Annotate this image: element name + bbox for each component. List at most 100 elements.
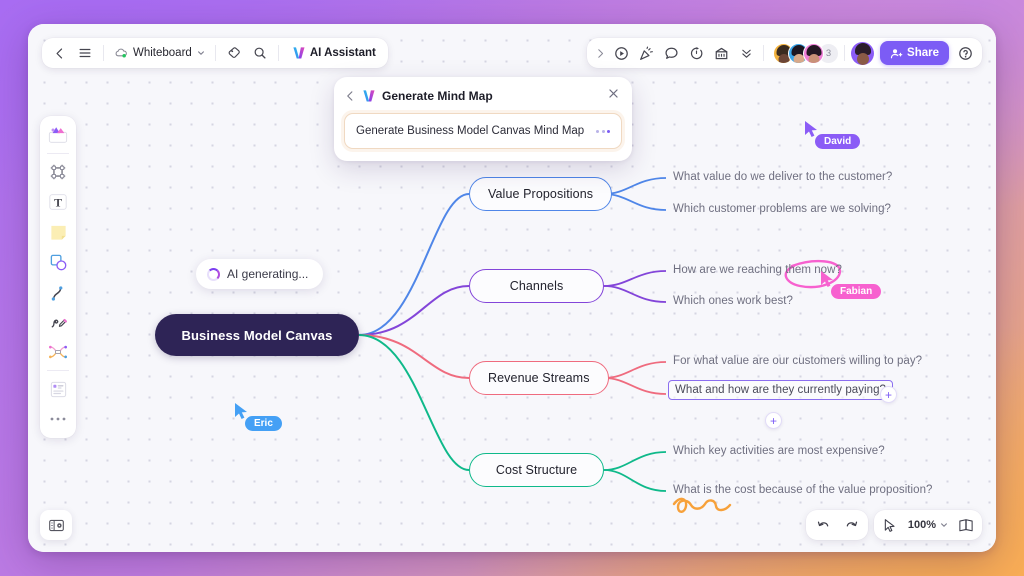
timer-icon xyxy=(690,46,702,59)
tool-ai-tools[interactable] xyxy=(43,121,73,149)
dialog-title: Generate Mind Map xyxy=(382,89,493,103)
redo-button[interactable] xyxy=(837,513,865,537)
tag-button[interactable] xyxy=(222,41,246,65)
search-button[interactable] xyxy=(248,41,272,65)
dialog-close-button[interactable] xyxy=(607,87,620,105)
mindmap-leaf[interactable]: Which ones work best? xyxy=(673,295,793,307)
mindmap-leaf[interactable]: What value do we deliver to the customer… xyxy=(673,171,892,183)
pointer-tool-button[interactable] xyxy=(878,513,902,537)
hamburger-menu-icon xyxy=(79,48,91,58)
undo-arrow-icon xyxy=(817,521,828,527)
top-right-toolbar: 3 Share xyxy=(587,38,982,68)
divider xyxy=(47,153,69,154)
search-icon xyxy=(254,47,266,59)
ai-sparkle-logo xyxy=(293,47,305,59)
divider xyxy=(763,45,765,61)
divider xyxy=(277,45,279,61)
document-title: Whiteboard xyxy=(133,47,192,59)
add-child-node-button[interactable]: + xyxy=(880,386,897,403)
mindmap-branch-channels[interactable]: Channels xyxy=(469,269,604,303)
tool-templates[interactable] xyxy=(43,375,73,403)
mindmap-leaf[interactable]: How are we reaching them now? xyxy=(673,264,842,276)
expand-toolbar-button[interactable] xyxy=(592,41,608,65)
document-title-button[interactable]: Whiteboard xyxy=(110,41,209,65)
redo-arrow-icon xyxy=(846,521,857,527)
avatar[interactable] xyxy=(803,42,825,64)
help-button[interactable] xyxy=(953,41,977,65)
mindmap-branch-cost-structure[interactable]: Cost Structure xyxy=(469,453,604,487)
current-user-avatar[interactable] xyxy=(851,41,875,65)
tool-pen[interactable] xyxy=(43,308,73,336)
more-options-button[interactable] xyxy=(734,41,758,65)
divider xyxy=(103,45,104,61)
tool-frame[interactable] xyxy=(43,158,73,186)
cursor-pointer-icon xyxy=(885,518,895,532)
mindmap-leaf[interactable]: Which key activities are most expensive? xyxy=(673,445,885,457)
reaction-button[interactable] xyxy=(634,41,658,65)
svg-text:T: T xyxy=(54,196,62,210)
comment-bubble-icon xyxy=(664,47,678,59)
left-tool-rail: T xyxy=(40,116,76,438)
back-button[interactable] xyxy=(47,41,71,65)
dialog-back-button[interactable] xyxy=(344,90,356,102)
ai-sparkle-logo xyxy=(363,90,375,102)
tool-mindmap[interactable] xyxy=(43,338,73,366)
minimap-icon xyxy=(959,519,973,532)
frame-icon xyxy=(50,164,66,180)
ai-assistant-label: AI Assistant xyxy=(309,47,376,59)
loading-spinner-icon xyxy=(207,267,220,281)
pen-icon xyxy=(51,318,67,327)
sticky-note-icon xyxy=(50,225,66,240)
top-left-toolbar: Whiteboard AI Assistant xyxy=(42,38,388,68)
divider xyxy=(47,370,69,371)
tool-shapes[interactable] xyxy=(43,248,73,276)
branch-label: Channels xyxy=(509,279,564,293)
mindmap-leaf[interactable]: For what value are our customers willing… xyxy=(673,355,922,367)
tool-more[interactable] xyxy=(43,405,73,433)
ai-generating-status: AI generating... xyxy=(196,259,324,289)
comment-button[interactable] xyxy=(659,41,683,65)
chevron-down-icon xyxy=(197,51,204,55)
undo-redo-toolbar xyxy=(806,510,868,540)
tool-sticky-note[interactable] xyxy=(43,218,73,246)
mindmap-leaf[interactable]: What is the cost because of the value pr… xyxy=(673,484,933,496)
tool-text[interactable]: T xyxy=(43,188,73,216)
branch-label: Value Propositions xyxy=(488,187,594,201)
collaborator-avatar-group[interactable]: 3 xyxy=(769,42,840,64)
templates-icon xyxy=(50,381,66,397)
tool-connector[interactable] xyxy=(43,278,73,306)
question-circle-icon xyxy=(958,46,972,60)
mindmap-icon xyxy=(49,345,67,359)
ai-assistant-button[interactable]: AI Assistant xyxy=(284,41,383,65)
timer-button[interactable] xyxy=(684,41,708,65)
menu-button[interactable] xyxy=(73,41,97,65)
divider xyxy=(214,45,216,61)
prompt-value: Generate Business Model Canvas Mind Map xyxy=(356,125,585,137)
mindmap-leaf[interactable]: Which customer problems are we solving? xyxy=(673,203,891,215)
branch-label: Cost Structure xyxy=(495,463,578,477)
mindmap-root-node[interactable]: Business Model Canvas xyxy=(155,314,359,356)
zoom-level-button[interactable]: 100% xyxy=(902,513,954,537)
chevron-left-icon xyxy=(347,91,353,101)
chevron-down-icon xyxy=(941,523,947,527)
generate-mind-map-dialog: Generate Mind Map Generate Business Mode… xyxy=(334,77,632,161)
zoom-toolbar: 100% xyxy=(873,510,982,540)
share-button[interactable]: Share xyxy=(880,41,949,65)
more-tools-icon xyxy=(50,417,66,421)
root-node-label: Business Model Canvas xyxy=(181,327,333,343)
chevron-right-icon xyxy=(597,48,603,58)
vote-button[interactable] xyxy=(709,41,733,65)
mindmap-branch-value-propositions[interactable]: Value Propositions xyxy=(469,177,613,211)
close-icon xyxy=(609,89,618,98)
prompt-input[interactable]: Generate Business Model Canvas Mind Map xyxy=(344,113,622,149)
mindmap-branch-revenue-streams[interactable]: Revenue Streams xyxy=(469,361,609,395)
mindmap-leaf-selected[interactable]: What and how are they currently paying? xyxy=(668,380,893,400)
dialog-header: Generate Mind Map xyxy=(334,77,632,113)
text-icon: T xyxy=(49,194,67,210)
minimap-button[interactable] xyxy=(954,513,978,537)
add-sibling-node-button[interactable]: + xyxy=(765,412,782,429)
present-button[interactable] xyxy=(609,41,633,65)
comments-panel-button[interactable] xyxy=(40,510,72,540)
connector-line-icon xyxy=(51,285,62,301)
undo-button[interactable] xyxy=(809,513,837,537)
